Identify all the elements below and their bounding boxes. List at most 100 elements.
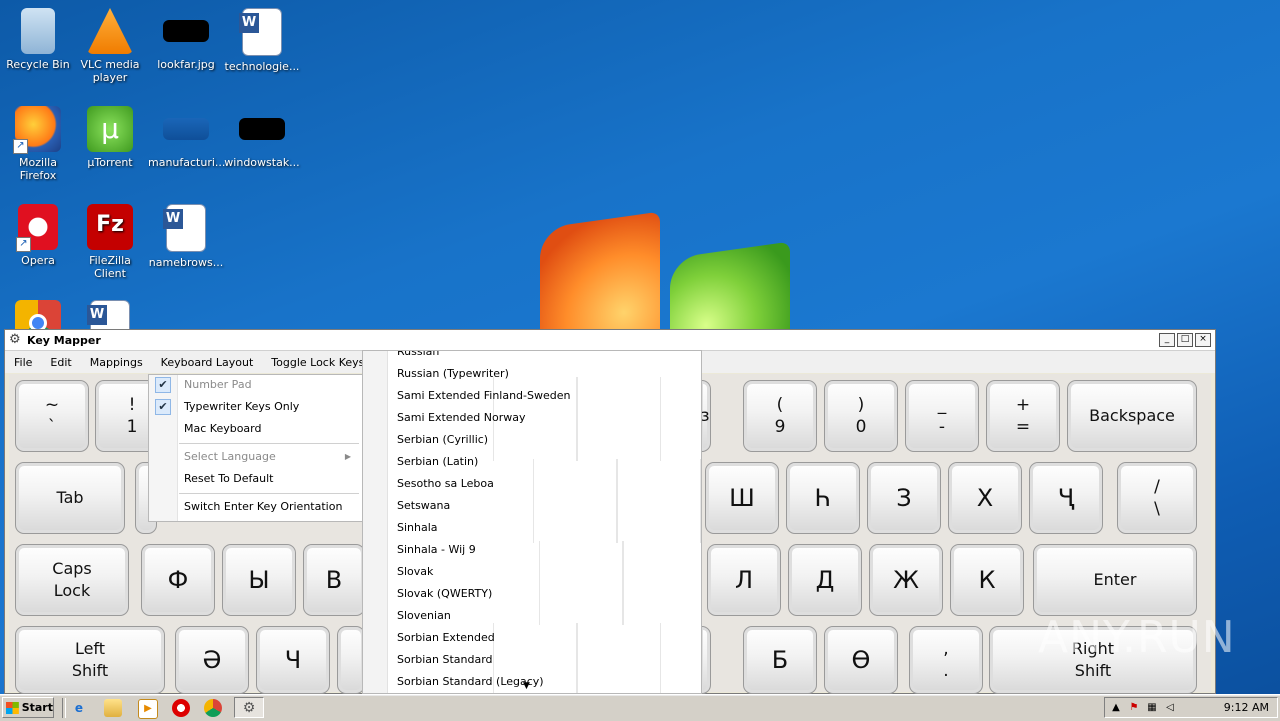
key-backspace[interactable]: Backspace xyxy=(1067,380,1197,452)
key-sha[interactable]: Ш xyxy=(705,462,779,534)
key-label: Ж xyxy=(893,566,919,594)
folder-icon[interactable] xyxy=(104,699,122,717)
language-item[interactable]: Serbian (Latin) xyxy=(397,451,478,473)
language-item[interactable]: Sorbian Standard (Legacy) xyxy=(397,671,544,693)
key-enter[interactable]: Enter xyxy=(1033,544,1197,616)
key-el[interactable]: Л xyxy=(707,544,781,616)
show-hidden-icon[interactable]: ▲ xyxy=(1109,701,1123,715)
key-kha[interactable]: Х xyxy=(948,462,1022,534)
key-minus[interactable]: _ - xyxy=(905,380,979,452)
menu-item-label: Reset To Default xyxy=(184,472,274,485)
desktop-icon-opera[interactable]: ↗ Opera xyxy=(0,204,76,267)
language-item[interactable]: Slovak xyxy=(397,561,433,583)
key-label: Ч xyxy=(284,646,302,674)
desktop-icon-label: Mozilla Firefox xyxy=(19,156,57,182)
key-tab[interactable]: Tab xyxy=(15,462,125,534)
menu-keyboard-layout[interactable]: Keyboard Layout xyxy=(152,356,263,369)
key-equals[interactable]: + = xyxy=(986,380,1060,452)
key-mapper-icon[interactable]: ⚙ xyxy=(240,699,258,717)
desktop-icon-lookfar[interactable]: lookfar.jpg xyxy=(148,8,224,71)
key-ze[interactable]: З xyxy=(867,462,941,534)
desktop-icon-label: lookfar.jpg xyxy=(157,58,215,71)
language-item[interactable]: Russian (Typewriter) xyxy=(397,363,509,385)
key-de[interactable]: Д xyxy=(788,544,862,616)
language-item[interactable]: Setswana xyxy=(397,495,450,517)
action-center-icon[interactable]: ⚑ xyxy=(1127,701,1141,715)
key-barred-o[interactable]: Ө xyxy=(824,626,898,694)
language-item[interactable]: Slovak (QWERTY) xyxy=(397,583,492,605)
key-9[interactable]: (9 xyxy=(743,380,817,452)
title-bar[interactable]: ⚙ Key Mapper _ □ × xyxy=(5,330,1215,351)
desktop-icon-technologie[interactable]: technologie... xyxy=(224,8,300,73)
key-0[interactable]: ) 0 xyxy=(824,380,898,452)
language-item[interactable]: Serbian (Cyrillic) xyxy=(397,429,488,451)
key-be[interactable]: Б xyxy=(743,626,817,694)
system-tray: ▲ ⚑ ▦ ◁ 9:12 AM xyxy=(1104,697,1278,718)
key-top-char: ~ xyxy=(44,395,60,415)
firefox-icon: ↗ xyxy=(13,106,61,154)
language-item[interactable]: Sinhala xyxy=(397,517,438,539)
menu-item-number-pad[interactable]: ✔ Number Pad xyxy=(149,375,361,395)
key-shha[interactable]: Һ xyxy=(786,462,860,534)
clock[interactable]: 9:12 AM xyxy=(1224,701,1269,714)
key-ka[interactable]: К xyxy=(950,544,1024,616)
key-che-descender[interactable]: Ҷ xyxy=(1029,462,1103,534)
language-item[interactable]: Sami Extended Norway xyxy=(397,407,525,429)
start-button[interactable]: Start xyxy=(2,697,54,718)
key-ve[interactable]: В xyxy=(303,544,365,616)
key-comma[interactable]: ,. xyxy=(909,626,983,694)
desktop-icon-filezilla[interactable]: FileZilla Client xyxy=(72,204,148,280)
key-label: Ы xyxy=(248,566,270,594)
volume-icon[interactable]: ◁ xyxy=(1163,701,1177,715)
rendering-artifact xyxy=(577,377,661,461)
minimize-button[interactable]: _ xyxy=(1159,333,1175,347)
key-partial-left[interactable] xyxy=(337,626,365,694)
language-item[interactable]: Sorbian Extended xyxy=(397,627,495,649)
key-top-char: / xyxy=(1154,477,1160,497)
desktop-icon-vlc[interactable]: VLC media player xyxy=(72,8,148,84)
language-item[interactable]: Sorbian Standard xyxy=(397,649,493,671)
opera-icon[interactable] xyxy=(172,699,190,717)
key-schwa[interactable]: Ә xyxy=(175,626,249,694)
windows-logo xyxy=(500,210,830,349)
menu-item-mac-keyboard[interactable]: Mac Keyboard xyxy=(149,419,361,439)
key-ef[interactable]: Ф xyxy=(141,544,215,616)
menu-item-select-language[interactable]: Select Language ▶ xyxy=(149,447,361,467)
desktop-icon-manufacturi[interactable]: manufacturi... xyxy=(148,106,225,169)
key-che[interactable]: Ч xyxy=(256,626,330,694)
menu-item-label: Number Pad xyxy=(184,378,252,391)
key-yeru[interactable]: Ы xyxy=(222,544,296,616)
network-icon[interactable]: ▦ xyxy=(1145,701,1159,715)
desktop-icon-windowstak[interactable]: windowstak... xyxy=(224,106,300,169)
menu-mappings[interactable]: Mappings xyxy=(81,356,152,369)
menu-item-reset-to-default[interactable]: Reset To Default xyxy=(149,469,361,489)
menu-edit[interactable]: Edit xyxy=(41,356,80,369)
language-item[interactable]: Russian xyxy=(397,351,439,363)
close-button[interactable]: × xyxy=(1195,333,1211,347)
desktop-icon-firefox[interactable]: ↗ Mozilla Firefox xyxy=(0,106,76,182)
scroll-down-arrow-icon[interactable]: ▼ xyxy=(523,681,530,691)
key-slash[interactable]: / \ xyxy=(1117,462,1197,534)
taskbar-separator xyxy=(62,698,66,718)
key-left-shift[interactable]: Left Shift xyxy=(15,626,165,694)
language-item[interactable]: Sami Extended Finland-Sweden xyxy=(397,385,570,407)
maximize-button[interactable]: □ xyxy=(1177,333,1193,347)
key-tilde[interactable]: ~ ` xyxy=(15,380,89,452)
language-item[interactable]: Sinhala - Wij 9 xyxy=(397,539,476,561)
language-item[interactable]: Slovenian xyxy=(397,605,451,627)
menu-toggle-lock-keys[interactable]: Toggle Lock Keys xyxy=(262,356,373,369)
desktop-icon-utorrent[interactable]: µTorrent xyxy=(72,106,148,169)
desktop-icon-namebrows[interactable]: namebrows... xyxy=(148,204,224,269)
media-player-icon[interactable]: ▶ xyxy=(138,699,158,719)
chrome-icon[interactable] xyxy=(204,699,222,717)
key-label: Л xyxy=(734,566,754,594)
language-item[interactable]: Sesotho sa Leboa xyxy=(397,473,494,495)
key-zhe[interactable]: Ж xyxy=(869,544,943,616)
desktop-icon-recycle-bin[interactable]: Recycle Bin xyxy=(0,8,76,71)
key-caps-lock[interactable]: Caps Lock xyxy=(15,544,129,616)
internet-explorer-icon[interactable]: e xyxy=(70,699,88,717)
image-file-icon xyxy=(239,118,285,140)
menu-item-switch-enter-key-orientation[interactable]: Switch Enter Key Orientation xyxy=(149,497,361,517)
menu-item-typewriter-keys-only[interactable]: ✔ Typewriter Keys Only xyxy=(149,397,361,417)
menu-file[interactable]: File xyxy=(5,356,41,369)
